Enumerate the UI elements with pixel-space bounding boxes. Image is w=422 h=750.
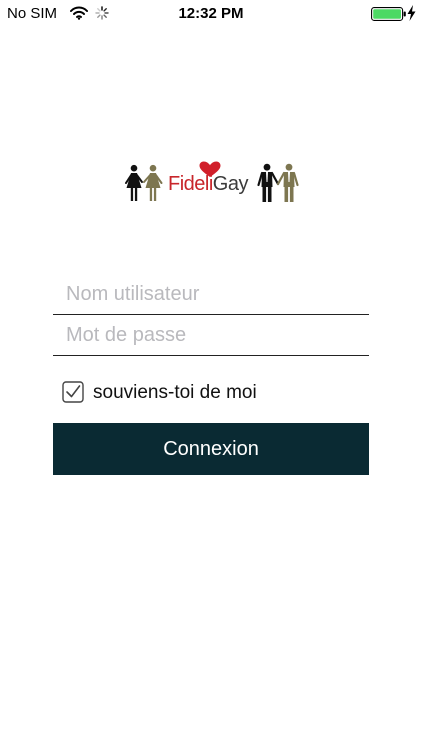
status-time: 12:32 PM: [178, 5, 244, 22]
checkbox-checked-icon[interactable]: [62, 381, 84, 403]
heart-icon: [199, 161, 221, 177]
remember-me-label: souviens-toi de moi: [93, 382, 257, 403]
login-button[interactable]: Connexion: [53, 423, 369, 475]
remember-me-toggle[interactable]: souviens-toi de moi: [62, 381, 322, 405]
username-input[interactable]: [53, 275, 369, 315]
couple-men-icon: [257, 163, 299, 202]
charging-bolt-icon: [407, 5, 416, 21]
couple-women-icon: [125, 164, 163, 201]
password-input[interactable]: [53, 316, 369, 356]
app-logo: FideliGay: [124, 160, 300, 206]
battery-icon: [371, 7, 406, 21]
status-bar: No SIM 12:32 PM: [0, 0, 422, 28]
